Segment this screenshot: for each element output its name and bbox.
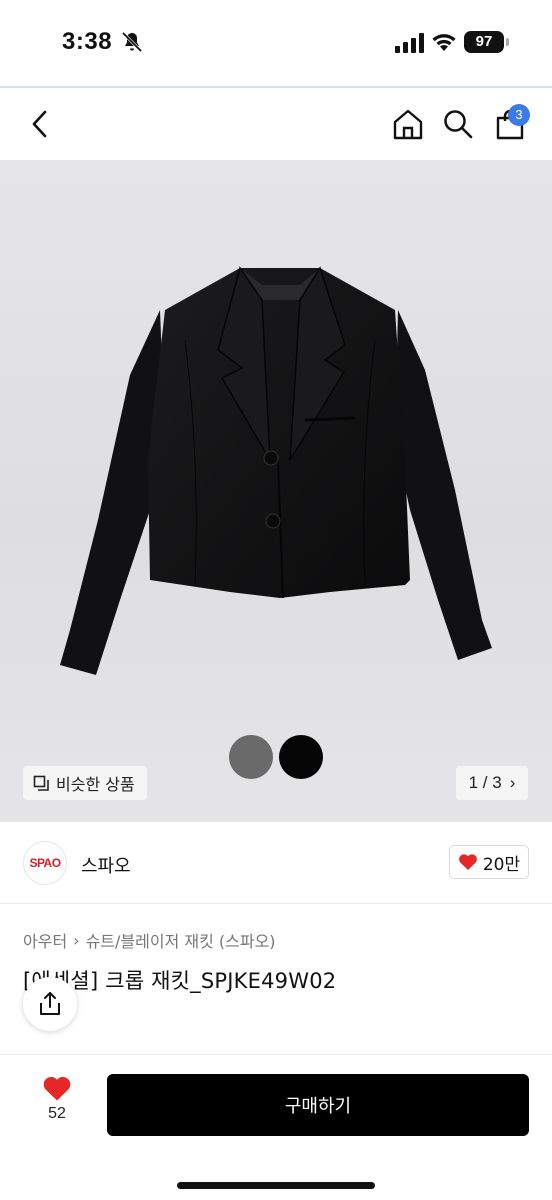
- buy-button[interactable]: 구매하기: [107, 1074, 529, 1136]
- share-button[interactable]: [23, 977, 77, 1031]
- similar-items-icon: [33, 775, 49, 791]
- brand-logo-text: SPAO: [29, 856, 61, 870]
- breadcrumb: 아우터 › 슈트/블레이저 재킷 (스파오): [23, 928, 276, 952]
- top-nav: [0, 90, 552, 160]
- page-current: 1: [468, 773, 479, 792]
- home-icon: [393, 109, 423, 140]
- wishlist-button[interactable]: 52: [30, 1075, 84, 1135]
- home-button[interactable]: [388, 104, 428, 144]
- similar-products-button[interactable]: 비슷한 상품: [23, 766, 147, 800]
- share-icon: [40, 992, 60, 1015]
- breadcrumb-item-category[interactable]: 슈트/블레이저 재킷 (스파오): [86, 928, 276, 952]
- image-page-indicator[interactable]: 1 / 3 ›: [456, 766, 528, 800]
- wifi-icon: [432, 34, 456, 51]
- brand-logo[interactable]: SPAO: [23, 841, 67, 885]
- brand-name[interactable]: 스파오: [81, 852, 131, 878]
- brand-like-button[interactable]: 20만: [449, 845, 529, 879]
- heart-icon: [458, 854, 477, 870]
- back-button[interactable]: [20, 104, 60, 144]
- similar-products-label: 비슷한 상품: [56, 775, 135, 794]
- status-bar: 3:38 97: [0, 0, 552, 88]
- home-indicator[interactable]: [177, 1182, 375, 1189]
- signal-icon: [395, 33, 424, 53]
- color-swatch-gray[interactable]: [229, 735, 273, 779]
- brand-like-count: 20만: [482, 854, 521, 875]
- heart-filled-icon: [43, 1076, 71, 1101]
- page-total: 3: [492, 773, 502, 792]
- wishlist-count: 52: [48, 1105, 66, 1122]
- chevron-left-icon: [32, 110, 47, 138]
- search-icon: [444, 110, 473, 139]
- search-button[interactable]: [438, 104, 478, 144]
- cart-count-badge: 3: [508, 104, 530, 126]
- breadcrumb-item-outer[interactable]: 아우터: [23, 928, 67, 952]
- color-swatch-black[interactable]: [279, 735, 323, 779]
- chevron-right-icon: ›: [509, 773, 516, 792]
- product-photo-jacket: [60, 266, 492, 675]
- brand-row: SPAO 스파오 20만: [0, 822, 552, 904]
- page-separator: /: [482, 773, 488, 792]
- product-image-gallery[interactable]: 비슷한 상품 1 / 3 ›: [0, 160, 552, 822]
- breadcrumb-separator: ›: [73, 930, 80, 950]
- bell-off-icon: [121, 31, 143, 53]
- bottom-action-bar: 52 구매하기: [0, 1054, 552, 1200]
- status-time: 3:38: [62, 28, 113, 55]
- battery-icon: 97: [464, 31, 509, 53]
